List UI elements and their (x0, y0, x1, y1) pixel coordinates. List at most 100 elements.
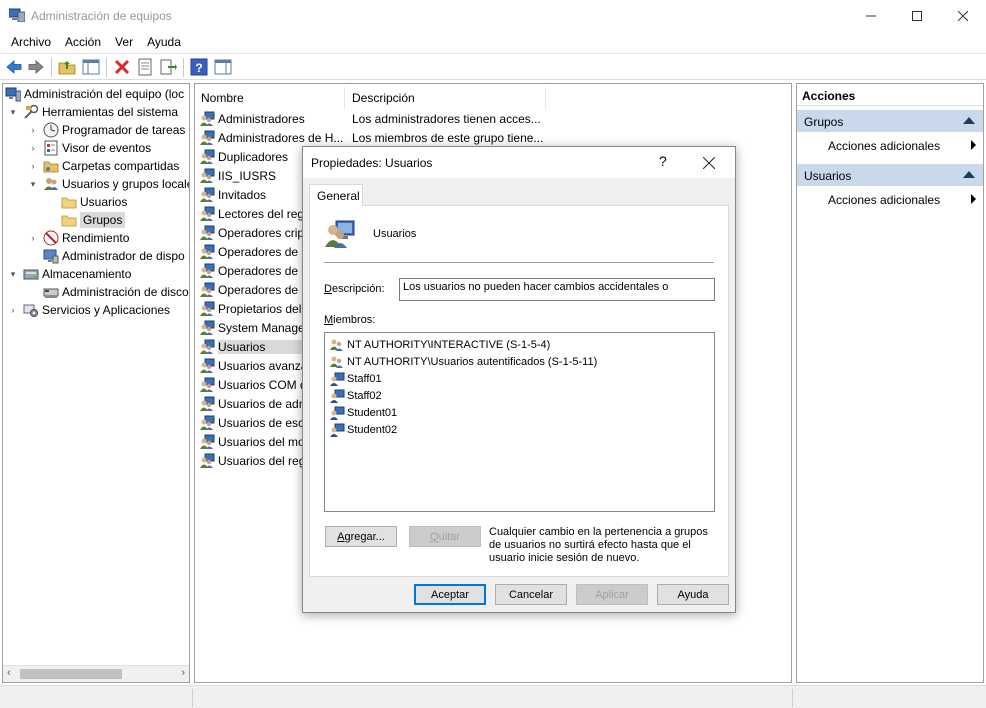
more-actions-grupos[interactable]: Acciones adicionales (797, 134, 983, 154)
tree-label: Programador de tareas (62, 123, 186, 137)
collapse-chevron-icon[interactable]: ▾ (7, 107, 19, 118)
collapse-chevron-icon[interactable]: ▾ (7, 269, 19, 280)
show-hide-tree-icon[interactable] (82, 58, 100, 76)
ok-button[interactable]: Aceptar (414, 584, 486, 605)
tab-general[interactable]: General (309, 184, 363, 206)
group-icon (200, 453, 215, 468)
tree-local-users-groups[interactable]: ▾ Usuarios y grupos locale (27, 175, 190, 193)
group-icon (200, 149, 215, 164)
group-icon (330, 356, 343, 368)
apply-button[interactable]: Aplicar (576, 584, 648, 605)
export-list-icon[interactable] (159, 58, 177, 76)
help-button[interactable]: Ayuda (657, 584, 729, 605)
list-item[interactable]: Student02 (329, 421, 397, 438)
help-question-icon[interactable]: ? (659, 153, 667, 169)
users-group-icon (44, 178, 58, 190)
list-item[interactable]: Staff02 (329, 387, 382, 404)
forward-arrow-icon[interactable] (27, 58, 45, 76)
actions-section-usuarios[interactable]: Usuarios (797, 164, 983, 186)
tree-device-manager[interactable]: Administrador de dispo (43, 247, 185, 265)
list-item[interactable]: NT AUTHORITY\INTERACTIVE (S-1-5-4) (329, 336, 550, 353)
actions-header: Acciones (797, 84, 983, 106)
menu-ayuda[interactable]: Ayuda (140, 31, 188, 53)
folder-icon (61, 197, 77, 209)
group-icon (200, 377, 215, 392)
show-hide-action-pane-icon[interactable] (214, 58, 232, 76)
list-item[interactable]: Student01 (329, 404, 397, 421)
collapse-chevron-icon[interactable]: ▾ (27, 179, 39, 190)
scroll-left-arrow-icon[interactable]: ‹ (7, 667, 11, 679)
expand-chevron-icon[interactable]: › (27, 143, 39, 153)
more-actions-usuarios[interactable]: Acciones adicionales (797, 188, 983, 208)
member-name: Staff02 (347, 389, 382, 402)
column-header-description[interactable]: Descripción (346, 87, 546, 109)
add-button[interactable]: Agregar... (325, 526, 397, 547)
menu-accion[interactable]: Acción (58, 31, 108, 53)
clock-icon (43, 122, 59, 138)
up-folder-icon[interactable] (58, 58, 76, 76)
section-title: Grupos (804, 115, 844, 129)
section-title: Usuarios (804, 169, 852, 183)
table-row[interactable]: Administradores Los administradores tiene… (199, 109, 789, 128)
properties-icon[interactable] (136, 58, 154, 76)
back-arrow-icon[interactable] (5, 58, 23, 76)
group-icon (200, 187, 215, 202)
general-tab-panel: Usuarios Descripción: Los usuarios no pu… (309, 205, 729, 577)
tree-disk-management[interactable]: Administración de disco (43, 283, 189, 301)
scroll-right-arrow-icon[interactable]: › (181, 667, 185, 679)
tree-task-scheduler[interactable]: › Programador de tareas (27, 121, 185, 139)
remove-button[interactable]: Quitar (409, 526, 481, 547)
close-button[interactable] (940, 0, 986, 31)
tree-label: Grupos (80, 212, 126, 228)
tree-services-apps[interactable]: › Servicios y Aplicaciones (7, 301, 170, 319)
delete-icon[interactable] (113, 58, 131, 76)
column-header-name[interactable]: Nombre (195, 87, 345, 109)
table-row[interactable]: Administradores de H... Los miembros de e… (199, 128, 789, 147)
actions-section-grupos[interactable]: Grupos (797, 110, 983, 132)
description-field[interactable]: Los usuarios no pueden hacer cambios acc… (399, 278, 715, 301)
list-item[interactable]: Staff01 (329, 370, 382, 387)
user-group-icon (325, 220, 355, 248)
scrollbar-thumb[interactable] (20, 669, 122, 679)
dialog-close-button[interactable] (702, 151, 716, 174)
tree-system-tools[interactable]: ▾ Herramientas del sistema (7, 103, 178, 121)
action-label: Acciones adicionales (828, 193, 941, 207)
group-icon (200, 111, 215, 126)
group-icon (200, 415, 215, 430)
expand-chevron-icon[interactable]: › (27, 161, 39, 171)
tree-shared-folders[interactable]: › Carpetas compartidas (27, 157, 180, 175)
performance-icon (43, 230, 59, 246)
list-item[interactable]: NT AUTHORITY\Usuarios autentificados (S-… (329, 353, 597, 370)
cancel-button[interactable]: Cancelar (495, 584, 567, 605)
tree-users-folder[interactable]: Usuarios (61, 193, 127, 211)
tree-label: Visor de eventos (62, 141, 152, 155)
expand-chevron-icon[interactable]: › (7, 305, 19, 315)
menu-ver[interactable]: Ver (108, 31, 140, 53)
computer-management-icon (9, 8, 25, 22)
expand-chevron-icon[interactable]: › (27, 125, 39, 135)
menu-archivo[interactable]: Archivo (4, 31, 58, 53)
collapse-triangle-icon[interactable] (963, 117, 975, 124)
expand-chevron-icon[interactable]: › (27, 233, 39, 243)
collapse-triangle-icon[interactable] (963, 171, 975, 178)
toolbar: ? (0, 53, 986, 80)
member-name: NT AUTHORITY\Usuarios autentificados (S-… (347, 355, 598, 368)
tree-root[interactable]: Administración del equipo (loc (5, 85, 184, 103)
group-name: Usuarios (373, 228, 417, 240)
tree-groups-folder[interactable]: Grupos (61, 211, 126, 229)
maximize-button[interactable] (894, 0, 940, 31)
tree-horizontal-scrollbar[interactable]: ‹ › (3, 665, 189, 682)
tools-icon (24, 104, 39, 119)
group-icon (200, 301, 215, 316)
tree-label: Servicios y Aplicaciones (42, 303, 171, 317)
tree-performance[interactable]: › Rendimiento (27, 229, 129, 247)
tree-storage[interactable]: ▾ Almacenamiento (7, 265, 132, 283)
tree-event-viewer[interactable]: › Visor de eventos (27, 139, 151, 157)
user-icon (330, 406, 345, 420)
help-icon[interactable]: ? (190, 58, 208, 76)
disk-icon (43, 288, 59, 298)
tree-label: Usuarios y grupos locale (62, 177, 190, 191)
minimize-button[interactable] (848, 0, 894, 31)
group-icon (200, 206, 215, 221)
members-list[interactable]: NT AUTHORITY\INTERACTIVE (S-1-5-4) NT AUT… (324, 332, 715, 512)
